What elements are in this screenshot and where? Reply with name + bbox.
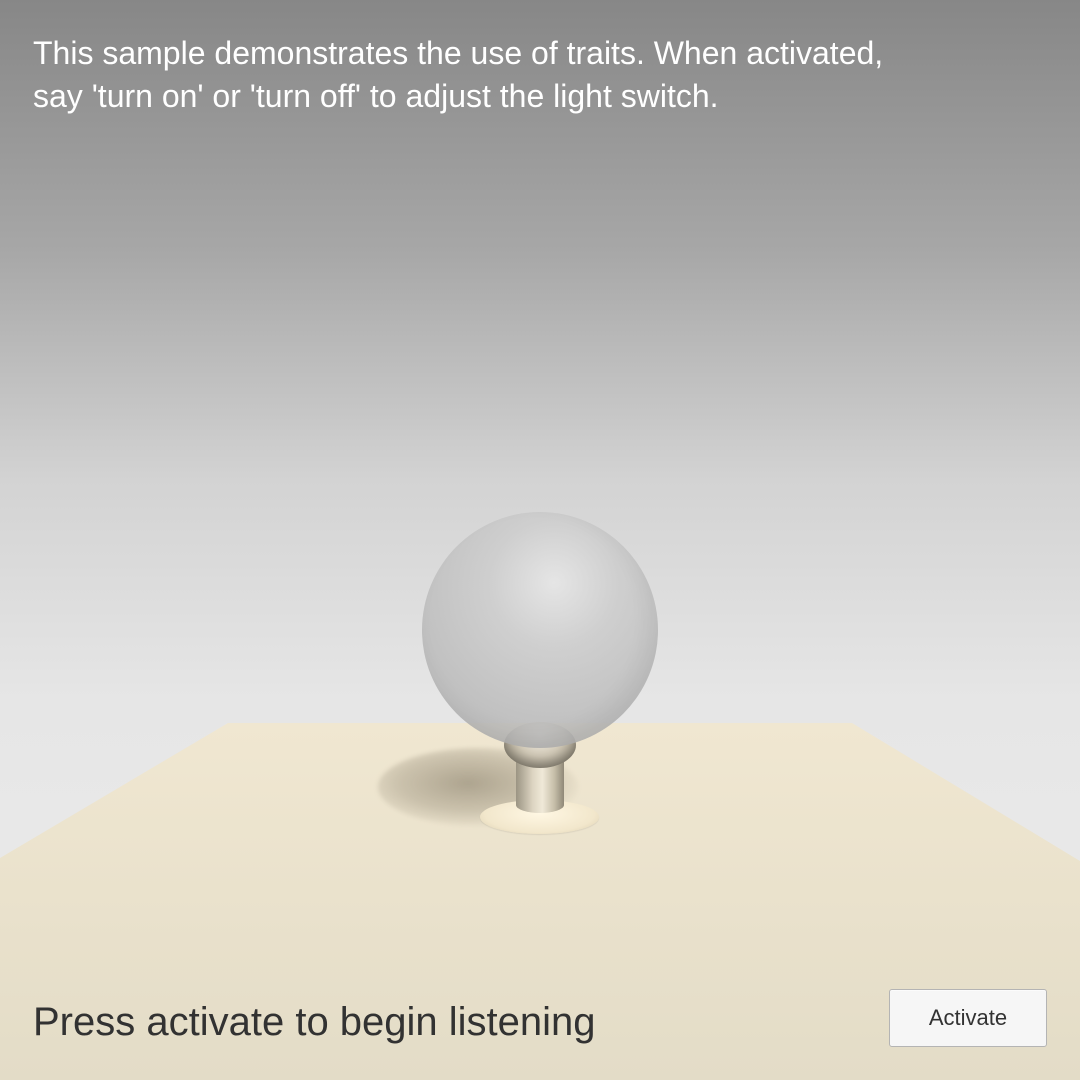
listening-status-text: Press activate to begin listening	[33, 1000, 596, 1044]
3d-scene	[0, 0, 1080, 1080]
activate-button[interactable]: Activate	[889, 989, 1047, 1047]
light-bulb-sphere	[422, 512, 658, 748]
instructions-text: This sample demonstrates the use of trai…	[33, 35, 884, 114]
